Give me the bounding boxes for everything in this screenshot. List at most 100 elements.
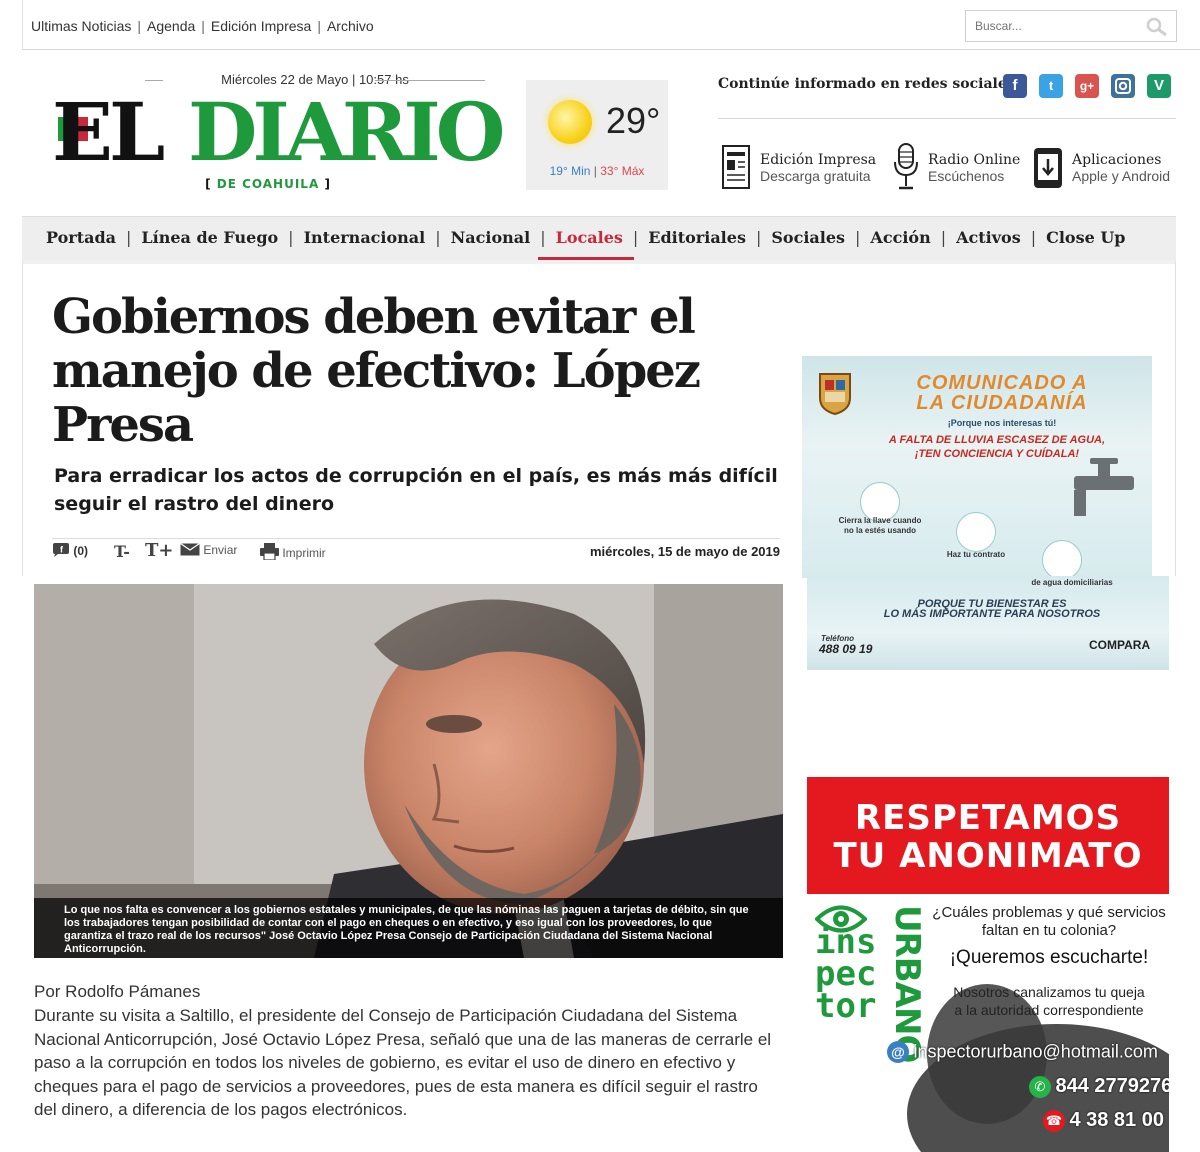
ad-logo-vertical: URBANO <box>887 905 927 1063</box>
ad-whatsapp-row: ✆ 844 2779276 <box>1029 1075 1169 1098</box>
ad-brand: COMPARA <box>1089 638 1151 652</box>
article-headline: Gobiernos deben evitar el manejo de efec… <box>52 289 701 453</box>
print-label: Imprimir <box>282 546 326 560</box>
ad-tagline: ¡Porque nos interesas tú! <box>947 418 1057 428</box>
service-aplicaciones[interactable]: Aplicaciones Apple y Android <box>1032 142 1172 192</box>
ad-channel-1: Nosotros canalizamos tu queja <box>953 984 1145 1000</box>
ad-tip-3: de agua domiciliarias <box>1031 578 1113 587</box>
service-title: Aplicaciones <box>1072 152 1162 168</box>
print-button[interactable]: Imprimir <box>260 543 326 561</box>
ad-logo-line-2: pec <box>815 954 877 994</box>
water-faucet-icon <box>1074 458 1134 516</box>
ad-title-2: LA CIUDADANÍA <box>916 392 1088 414</box>
nav-item-activos[interactable]: Activos <box>956 228 1021 247</box>
logo-diario: DIARIO <box>188 85 505 179</box>
nav-item-accion[interactable]: Acción <box>870 228 930 247</box>
ad-phone-row: ☎ 4 38 81 00 <box>1043 1109 1164 1132</box>
toplink-edicion-impresa[interactable]: Edición Impresa <box>211 18 311 34</box>
municipal-seal-icon <box>819 373 851 416</box>
ad-channel-2: a la autoridad correspondiente <box>954 1002 1144 1018</box>
toplink-archivo[interactable]: Archivo <box>327 18 374 34</box>
facebook-icon: f <box>53 543 69 557</box>
service-edicion-impresa[interactable]: Edición Impresa Descarga gratuita <box>720 142 880 192</box>
nav-item-sociales[interactable]: Sociales <box>771 228 845 247</box>
top-bar: Ultimas Noticias | Agenda | Edición Impresa |… <box>22 0 1200 50</box>
send-label: Enviar <box>203 543 238 557</box>
nav-item-portada[interactable]: Portada <box>46 228 116 247</box>
top-links: Ultimas Noticias | Agenda | Edición Impresa |… <box>31 18 374 34</box>
nav-item-editoriales[interactable]: Editoriales <box>648 228 746 247</box>
facebook-share-button[interactable]: f (0) <box>52 543 88 558</box>
printer-icon <box>260 543 279 561</box>
nav-item-close-up[interactable]: Close Up <box>1046 228 1125 247</box>
ad-logo-line-3: tor <box>815 986 877 1026</box>
facebook-icon[interactable]: f <box>1003 74 1027 98</box>
toplink-ultimas-noticias[interactable]: Ultimas Noticias <box>31 18 131 34</box>
social-label: Continúe informado en redes sociales <box>718 76 1015 92</box>
article-divider <box>52 538 780 539</box>
logo-el: EL <box>52 85 165 179</box>
weather-temp: 29° <box>606 100 661 141</box>
service-sub: Apple y Android <box>1072 168 1171 184</box>
header-divider <box>718 118 1176 119</box>
weather-range: 19° Min | 33° Máx <box>549 164 645 178</box>
googleplus-icon[interactable]: g+ <box>1075 74 1099 98</box>
logo-subtitle: [ DE COAHUILA ] <box>205 177 331 191</box>
nav-item-locales[interactable]: Locales <box>556 228 623 247</box>
tip-contract-circle <box>956 512 996 552</box>
ad-banner-line-2: TU ANONIMATO <box>833 836 1143 876</box>
sun-icon <box>548 100 592 144</box>
ad-inspector-urbano[interactable]: RESPETAMOS TU ANONIMATO ins pec tor URBA… <box>807 777 1169 1152</box>
ad-question-1: ¿Cuáles problemas y qué servicios <box>932 904 1166 921</box>
font-increase-button[interactable]: T+ <box>145 540 173 561</box>
ad-comunicado[interactable]: COMUNICADO A LA CIUDADANÍA ¡Porque nos i… <box>802 356 1152 578</box>
service-radio-online[interactable]: Radio Online Escúchenos <box>890 142 1020 192</box>
ad-cta: ¡Queremos escucharte! <box>949 947 1149 968</box>
ad-tip-1b: no la estés usando <box>843 526 917 535</box>
whatsapp-icon: ✆ <box>1029 1075 1051 1098</box>
ad-email: inspectorurbano@hotmail.com <box>913 1041 1158 1062</box>
ad-slogan-2: LO MÁS IMPORTANTE PARA NOSOTROS <box>883 608 1101 620</box>
email-icon: @ <box>887 1041 909 1063</box>
nav-item-linea-de-fuego[interactable]: Línea de Fuego <box>141 228 278 247</box>
nav-item-internacional[interactable]: Internacional <box>304 228 426 247</box>
newspaper-icon <box>722 145 750 189</box>
search-input[interactable] <box>966 11 1136 41</box>
article-body: Durante su visita a Saltillo, el preside… <box>34 1006 772 1120</box>
ad-question-2: faltan en tu colonia? <box>981 922 1117 939</box>
logo-subtitle-text: DE COAHUILA <box>216 177 320 191</box>
send-email-button[interactable]: Enviar <box>180 543 237 557</box>
weather-max: 33° Máx <box>600 164 645 178</box>
article-author: Por Rodolfo Pámanes <box>34 982 201 1001</box>
vine-icon[interactable]: V <box>1147 74 1171 98</box>
search-icon[interactable] <box>1146 17 1168 37</box>
ad-banner-line-1: RESPETAMOS <box>854 798 1122 838</box>
microphone-icon <box>894 143 918 190</box>
photo-caption: Lo que nos falta es convencer a los gobi… <box>34 898 783 958</box>
service-title: Radio Online <box>928 152 1021 168</box>
service-title: Edición Impresa <box>760 152 877 168</box>
ad-warning-1: A FALTA DE LLUVIA ESCASEZ DE AGUA, <box>888 434 1106 446</box>
ad-red-banner: RESPETAMOS TU ANONIMATO <box>807 777 1169 894</box>
ad-phone: 488 09 19 <box>819 642 873 656</box>
telephone-icon: ☎ <box>1043 1109 1065 1132</box>
ad-tip-2: Haz tu contrato <box>946 550 1006 559</box>
weather-min: 19° Min <box>549 164 591 178</box>
ad-whatsapp: 844 2779276 <box>1055 1075 1169 1097</box>
ad-logo-line-1: ins <box>815 922 877 962</box>
facebook-share-count: (0) <box>73 544 89 558</box>
instagram-icon[interactable] <box>1111 74 1135 98</box>
article-subhead: Para erradicar los actos de corrupción e… <box>54 465 778 515</box>
search-box <box>965 10 1177 42</box>
service-sub: Escúchenos <box>928 168 1005 184</box>
tip-meter-circle <box>1042 540 1082 578</box>
ad-tip-1a: Cierra la llave cuando <box>838 516 922 525</box>
article-date: miércoles, 15 de mayo de 2019 <box>589 544 780 559</box>
toplink-agenda[interactable]: Agenda <box>147 18 195 34</box>
nav-item-nacional[interactable]: Nacional <box>451 228 531 247</box>
weather-widget: 29° 19° Min | 33° Máx <box>526 80 668 190</box>
font-decrease-button[interactable]: T- <box>114 542 130 561</box>
ad-comunicado-bottom[interactable]: de agua domiciliarias PORQUE TU BIENESTA… <box>807 576 1169 670</box>
ad-phone-number: 4 38 81 00 <box>1069 1109 1164 1131</box>
twitter-icon[interactable]: t <box>1039 74 1063 98</box>
